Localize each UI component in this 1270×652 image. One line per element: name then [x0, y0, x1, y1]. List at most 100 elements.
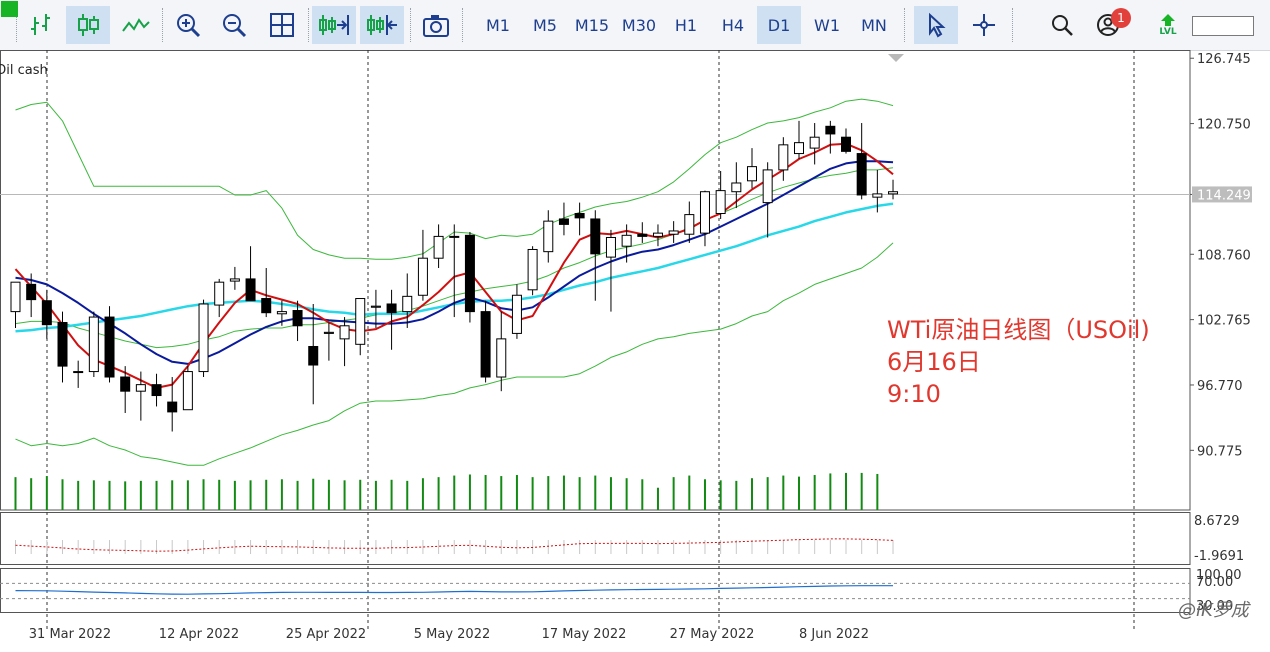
date-axis-label: 25 Apr 2022 — [286, 627, 366, 642]
candle-bull — [135, 384, 146, 392]
candle-bull — [715, 190, 726, 215]
screenshot-icon[interactable] — [416, 6, 456, 44]
price-axis-label: 126.745 — [1197, 52, 1251, 67]
annotation-line-1: WTi原油日线图（USOil) — [887, 316, 1150, 344]
zoom-in-icon[interactable] — [168, 6, 208, 44]
timeframe-d1[interactable]: D1 — [757, 6, 801, 44]
candle-bull — [402, 295, 413, 313]
chart-text: Oil cash WTi原油日线图（USOil) 6月16日 9:10 @iK罗成 — [0, 63, 1252, 621]
candle-bear — [261, 298, 272, 314]
crosshair-icon[interactable] — [962, 6, 1006, 44]
candle-bull — [73, 371, 84, 374]
candlestick-chart-icon[interactable] — [66, 6, 110, 44]
osc1-max-label: 8.6729 — [1194, 514, 1240, 529]
chart-shift-marker — [888, 54, 904, 62]
timeframe-m1[interactable]: M1 — [476, 6, 520, 44]
candle-bull — [872, 193, 883, 198]
price-axis-label: 96.770 — [1197, 379, 1243, 394]
candle-bull — [182, 371, 193, 411]
candle-bear — [245, 278, 256, 302]
notification-badge[interactable]: 1 — [1111, 8, 1131, 28]
candle-bull — [214, 281, 225, 306]
candle-bull — [511, 294, 522, 334]
candle-bull — [652, 232, 663, 237]
candle-bull — [496, 338, 507, 378]
candle-bull — [794, 142, 804, 155]
chart-shift-icon[interactable] — [360, 6, 404, 44]
price-axis-label: 102.765 — [1197, 314, 1251, 329]
watermark: @iK罗成 — [1178, 600, 1252, 621]
chart-area[interactable]: 126.745 120.750 114.249 108.760 102.765 96.77… — [0, 50, 1270, 652]
annotation-line-2: 6月16日 — [887, 348, 981, 376]
candle-bull — [417, 257, 428, 296]
candle-bear — [386, 303, 397, 314]
candle-bull — [543, 220, 554, 253]
candle-bull — [668, 230, 679, 235]
date-axis-label: 17 May 2022 — [542, 627, 627, 642]
candle-bear — [120, 376, 131, 392]
candle-bull — [684, 214, 695, 235]
candle-bear — [151, 384, 162, 397]
level-bar-fill — [1, 1, 18, 17]
timeframe-m5[interactable]: M5 — [523, 6, 567, 44]
candle-bear — [57, 322, 68, 367]
candle-bear — [41, 300, 52, 326]
candle-bull — [449, 235, 460, 238]
oscillator2-line — [15, 585, 894, 595]
candle-bull — [339, 325, 350, 340]
candle-bear — [292, 310, 303, 327]
signal-level-icon[interactable]: LVL — [1150, 6, 1186, 44]
candle-bear — [841, 136, 852, 152]
line-chart-icon[interactable] — [114, 6, 158, 44]
candle-bear — [558, 218, 569, 225]
auto-scroll-icon[interactable] — [312, 6, 356, 44]
candle-bear — [590, 218, 601, 255]
timeframe-w1[interactable]: W1 — [805, 6, 849, 44]
candle-bull — [731, 182, 742, 193]
candle-bull — [605, 236, 616, 258]
cursor-icon[interactable] — [914, 6, 958, 44]
candle-bull — [621, 234, 632, 247]
date-axis-label: 27 May 2022 — [670, 627, 755, 642]
price-axis-label: 120.750 — [1197, 118, 1251, 133]
price-axis-label: 90.775 — [1197, 444, 1243, 459]
candlesticks — [10, 120, 899, 432]
symbol-label: Oil cash — [0, 63, 48, 78]
candle-bull — [88, 316, 99, 373]
candle-bull — [229, 278, 240, 282]
price-axis-label: 108.760 — [1197, 248, 1251, 263]
annotation-line-3: 9:10 — [887, 380, 941, 408]
toolbar: M1 M5 M15 M30 H1 H4 D1 W1 MN 1 LVL — [0, 0, 1270, 51]
level-bar — [1192, 16, 1254, 36]
zoom-out-icon[interactable] — [214, 6, 254, 44]
candle-bear — [167, 401, 178, 413]
candle-bear — [637, 233, 648, 237]
candle-bull — [527, 248, 538, 291]
candle-bull — [370, 305, 381, 308]
timeframe-m30[interactable]: M30 — [617, 6, 661, 44]
date-axis-label: 5 May 2022 — [414, 627, 491, 642]
candle-bull — [276, 311, 287, 315]
timeframe-m15[interactable]: M15 — [570, 6, 614, 44]
candle-bull — [198, 303, 209, 373]
candle-bull — [762, 169, 773, 204]
timeframe-h1[interactable]: H1 — [664, 6, 708, 44]
level-label: LVL — [1159, 27, 1177, 37]
candle-bull — [355, 298, 366, 345]
current-price-label: 114.249 — [1197, 188, 1251, 203]
timeframe-mn[interactable]: MN — [852, 6, 896, 44]
date-axis-label: 12 Apr 2022 — [159, 627, 239, 642]
date-axis-label: 31 Mar 2022 — [29, 627, 111, 642]
search-icon[interactable] — [1042, 6, 1082, 44]
volume-histogram — [14, 472, 879, 510]
candle-bull — [778, 144, 789, 171]
candle-bull — [433, 235, 444, 259]
axes: 126.745 120.750 114.249 108.760 102.765 96.77… — [29, 52, 1252, 642]
candle-bear — [26, 283, 37, 301]
grid-icon[interactable] — [262, 6, 302, 44]
bar-chart-icon[interactable] — [22, 6, 60, 44]
timeframe-h4[interactable]: H4 — [711, 6, 755, 44]
oscillator1-frame — [0, 512, 1191, 565]
osc2-level-label: 70.00 — [1196, 575, 1233, 590]
candle-bull — [699, 191, 710, 234]
